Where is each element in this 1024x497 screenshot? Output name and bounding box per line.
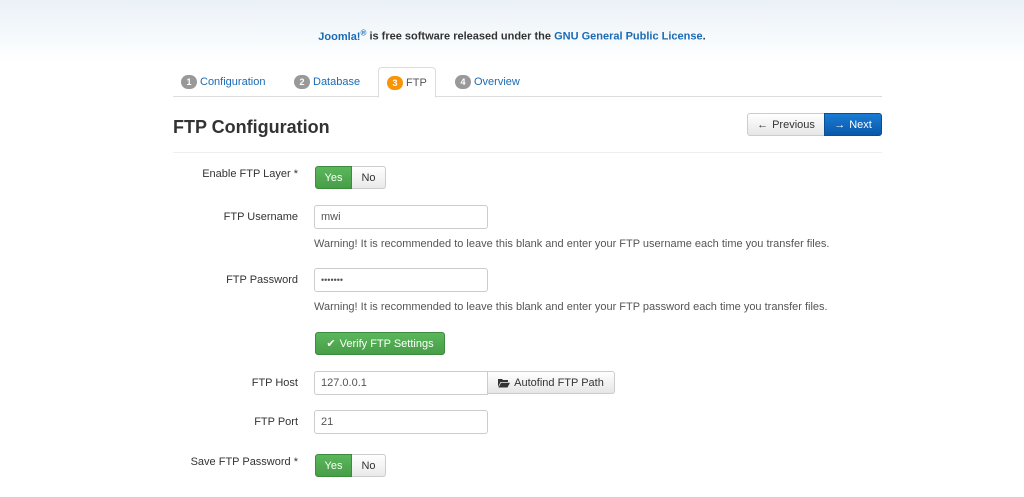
save-ftp-password-yes-button[interactable]: Yes (315, 454, 352, 477)
ftp-port-input[interactable]: 21 (314, 410, 488, 434)
arrow-left-icon: ← (757, 118, 769, 131)
install-steps-tabs: 1 Configuration 2 Database 3 FTP 4 Overview (173, 67, 882, 98)
ftp-username-input[interactable]: mwi (314, 205, 488, 229)
ftp-host-label: FTP Host (251, 377, 298, 389)
ftp-username-label: FTP Username (223, 211, 298, 223)
ftp-password-warning: Warning! It is recommended to leave this… (314, 301, 828, 313)
enable-ftp-label: Enable FTP Layer * (202, 168, 298, 180)
arrow-right-icon: → (834, 118, 846, 131)
joomla-link[interactable]: Joomla!® (318, 28, 366, 43)
enable-ftp-toggle: Yes No (315, 166, 386, 189)
title-divider (173, 152, 882, 153)
ftp-password-label: FTP Password (226, 274, 298, 286)
license-notice: Joomla!® is free software released under… (318, 28, 706, 43)
enable-ftp-yes-button[interactable]: Yes (315, 166, 352, 189)
autofind-ftp-path-button[interactable]: Autofind FTP Path (487, 371, 615, 394)
tab-database[interactable]: 2 Database (286, 67, 368, 97)
tab-configuration[interactable]: 1 Configuration (173, 67, 273, 97)
ftp-username-warning: Warning! It is recommended to leave this… (314, 238, 830, 250)
ftp-port-label: FTP Port (254, 416, 298, 428)
step-number-badge: 2 (294, 75, 310, 89)
save-ftp-password-toggle: Yes No (315, 454, 386, 477)
enable-ftp-no-button[interactable]: No (352, 166, 386, 189)
checkmark-icon: ✔ (326, 338, 336, 350)
step-number-badge: 4 (455, 75, 471, 89)
gpl-link[interactable]: GNU General Public License (554, 31, 703, 43)
verify-ftp-settings-button[interactable]: ✔ Verify FTP Settings (315, 332, 445, 355)
save-ftp-password-label: Save FTP Password * (190, 456, 298, 468)
next-button[interactable]: → Next (824, 113, 882, 136)
tab-overview[interactable]: 4 Overview (447, 67, 528, 97)
ftp-password-input[interactable]: ••••••• (314, 268, 488, 292)
step-number-badge: 3 (387, 76, 403, 90)
tab-ftp[interactable]: 3 FTP (378, 67, 436, 98)
previous-button[interactable]: ← Previous (747, 113, 825, 136)
folder-open-icon (498, 378, 511, 387)
ftp-host-input[interactable]: 127.0.0.1 (314, 371, 488, 395)
page-title: FTP Configuration (173, 117, 330, 137)
save-ftp-password-no-button[interactable]: No (352, 454, 386, 477)
step-number-badge: 1 (181, 75, 197, 89)
